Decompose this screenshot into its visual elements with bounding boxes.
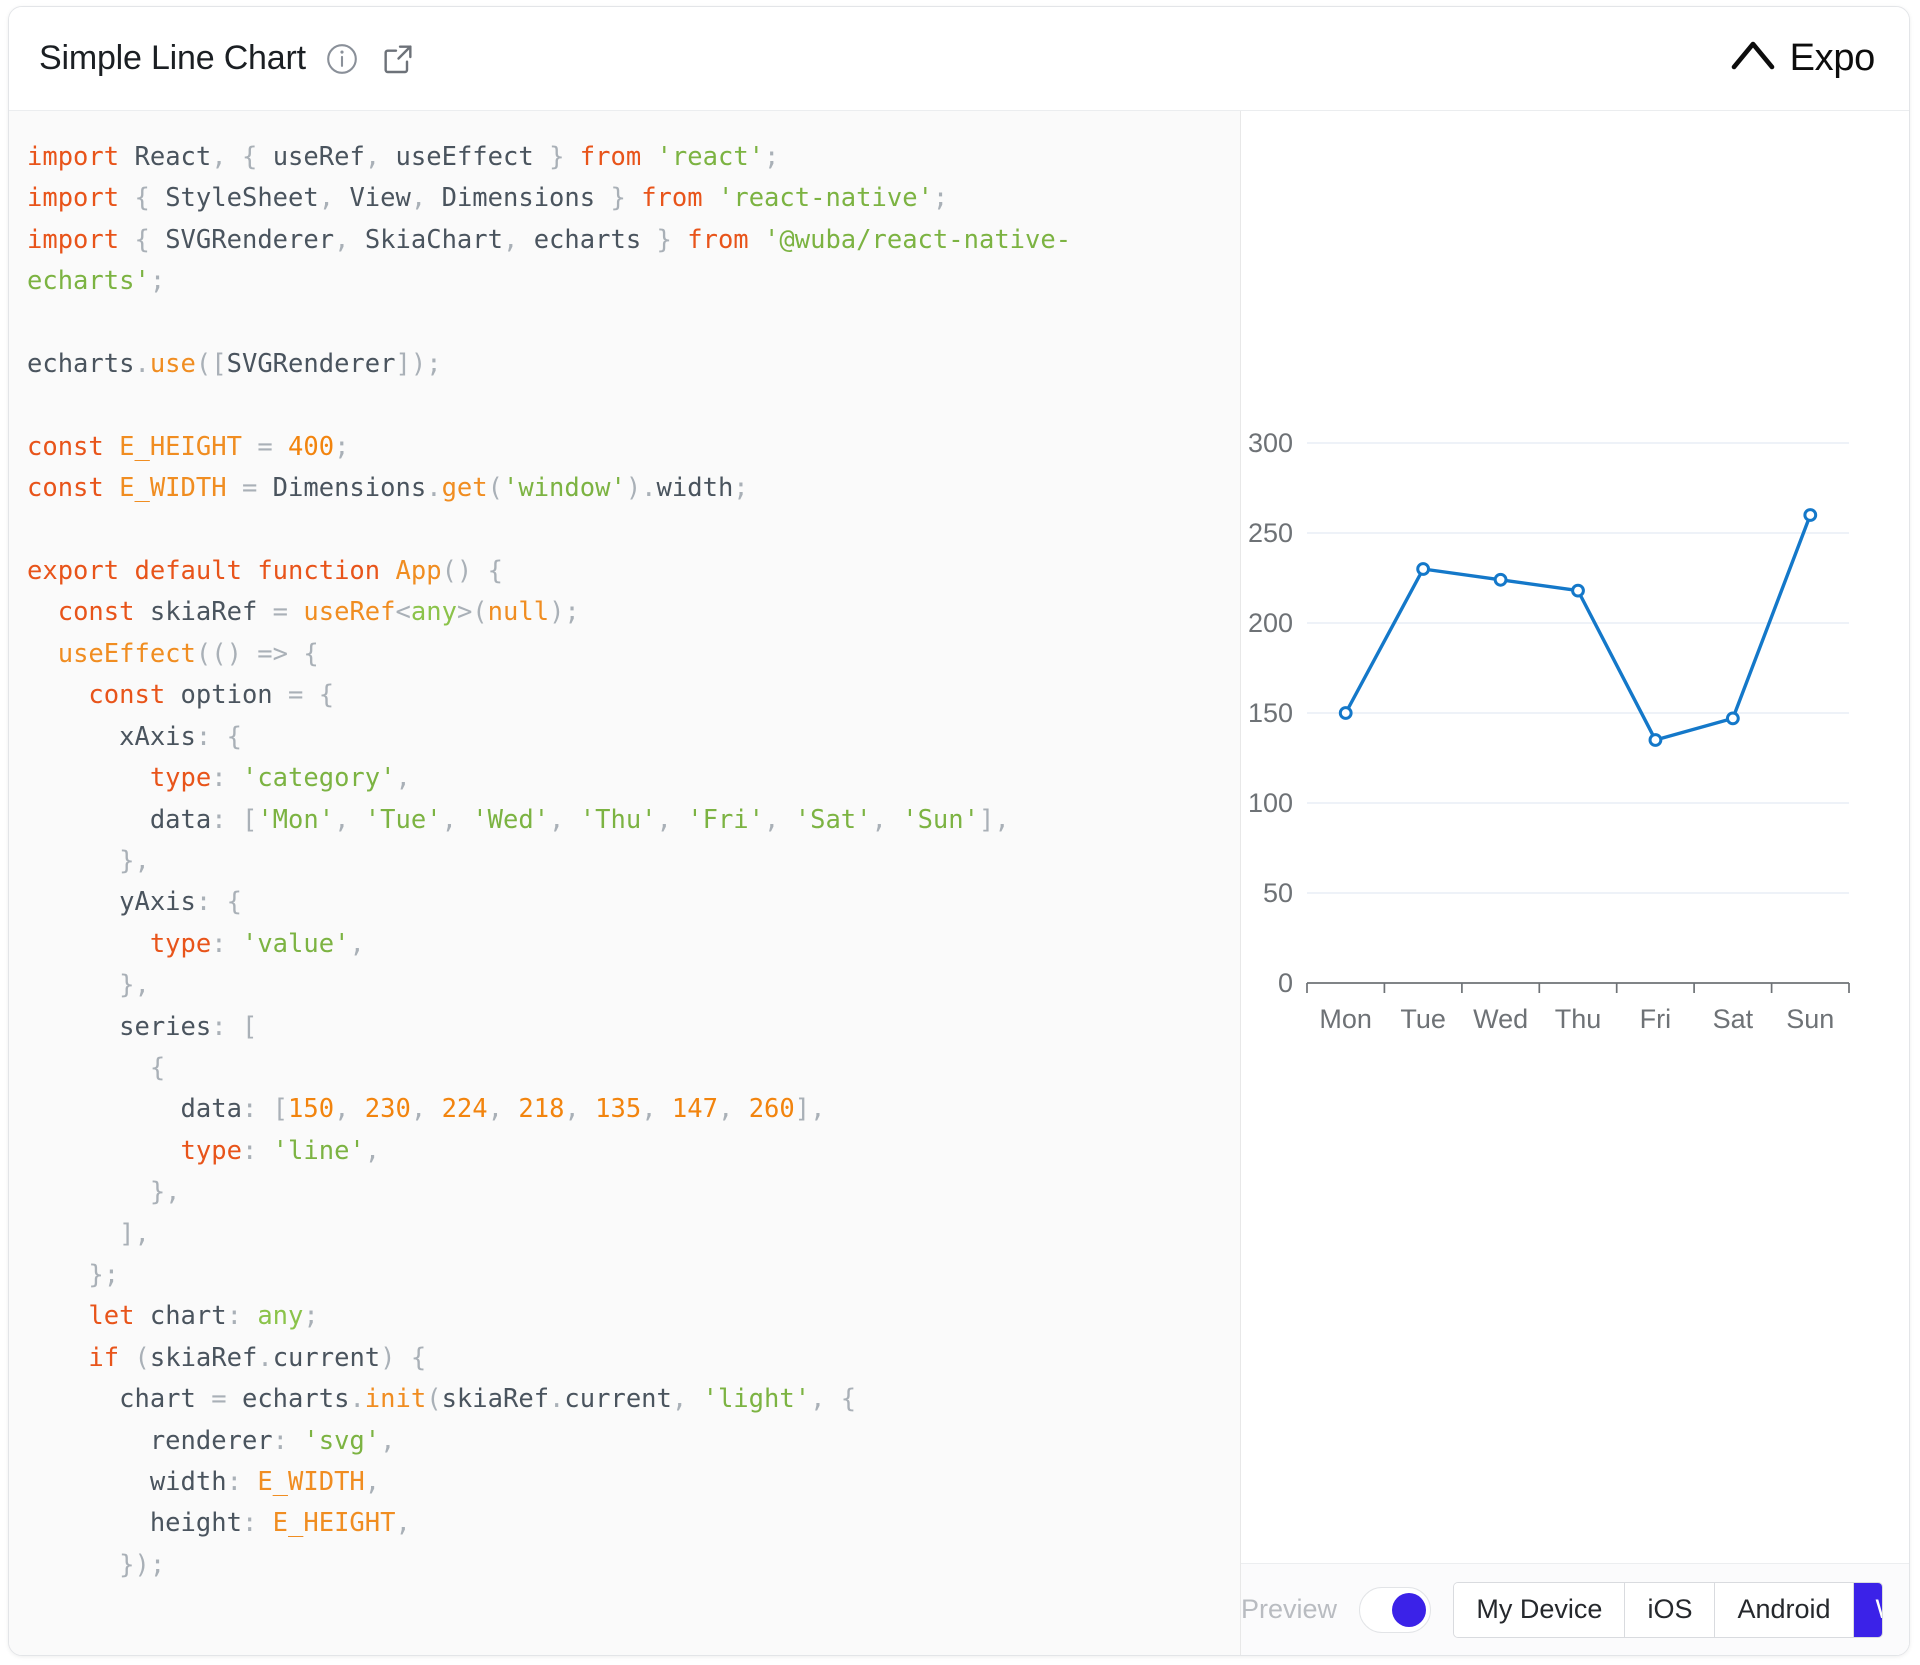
x-tick-sun: Sun — [1786, 1004, 1834, 1034]
series-line — [1344, 513, 1812, 742]
platform-selector[interactable]: My Device iOS Android Web — [1453, 1581, 1883, 1638]
y-tick-100: 100 — [1248, 788, 1293, 818]
chart-x-tick-labels: Mon Tue Wed Thu Fri Sat Sun — [1319, 1004, 1834, 1034]
chart-gridlines — [1307, 442, 1849, 894]
x-tick-sat: Sat — [1713, 1004, 1754, 1034]
x-tick-fri: Fri — [1640, 1004, 1671, 1034]
page-title: Simple Line Chart — [39, 39, 306, 77]
chart-canvas: 300 250 200 150 100 50 0 Mon Tue Wed Thu… — [1248, 428, 1850, 1034]
line-chart: 300 250 200 150 100 50 0 Mon Tue Wed Thu… — [1241, 427, 1909, 1087]
expo-caret-logo — [1730, 36, 1776, 81]
expo-wordmark: Expo — [1789, 37, 1876, 79]
title-group: Simple Line Chart — [39, 39, 418, 79]
platform-button-my-device[interactable]: My Device — [1454, 1582, 1626, 1637]
series-point — [1803, 508, 1818, 522]
body-split: import React, { useRef, useEffect } from… — [9, 111, 1909, 1655]
chart-y-tick-labels: 300 250 200 150 100 50 0 — [1248, 428, 1293, 998]
snack-window: Simple Line Chart Expo import React, {u… — [8, 6, 1910, 1656]
series-point — [1571, 583, 1585, 598]
preview-toggle-switch[interactable] — [1359, 1586, 1432, 1633]
platform-button-web[interactable]: Web — [1853, 1582, 1883, 1637]
series-point — [1648, 733, 1663, 747]
platform-button-ios[interactable]: iOS — [1625, 1582, 1716, 1637]
expo-brand[interactable]: Expo — [1730, 36, 1875, 81]
y-tick-300: 300 — [1248, 428, 1293, 458]
preview-toggle-thumb — [1392, 1592, 1427, 1627]
series-point — [1416, 562, 1431, 576]
y-tick-250: 250 — [1248, 518, 1293, 548]
header-bar: Simple Line Chart Expo — [9, 7, 1909, 111]
x-tick-tue: Tue — [1400, 1004, 1446, 1034]
info-circle-icon[interactable] — [324, 41, 360, 77]
preview-panel: 300 250 200 150 100 50 0 Mon Tue Wed Thu… — [1241, 111, 1909, 1655]
code-block[interactable]: import React, { useRef, useEffect } from… — [9, 111, 1240, 1586]
y-tick-200: 200 — [1248, 608, 1293, 638]
series-point — [1493, 572, 1508, 587]
series-markers — [1338, 508, 1818, 747]
y-tick-150: 150 — [1248, 698, 1293, 728]
series-point — [1338, 706, 1353, 720]
y-tick-50: 50 — [1263, 878, 1293, 908]
x-tick-wed: Wed — [1473, 1004, 1528, 1034]
preview-stage: 300 250 200 150 100 50 0 Mon Tue Wed Thu… — [1241, 111, 1909, 1563]
preview-label: Preview — [1241, 1594, 1338, 1624]
external-link-icon[interactable] — [378, 39, 418, 79]
x-tick-mon: Mon — [1319, 1004, 1372, 1034]
platform-button-android[interactable]: Android — [1715, 1582, 1854, 1637]
series-point — [1725, 711, 1740, 726]
code-editor-panel[interactable]: import React, { useRef, useEffect } from… — [9, 111, 1241, 1655]
preview-toolbar: Preview My Device iOS Android Web — [1241, 1563, 1909, 1655]
chart-x-axis — [1306, 982, 1850, 993]
y-tick-0: 0 — [1278, 968, 1293, 998]
x-tick-thu: Thu — [1555, 1004, 1602, 1034]
